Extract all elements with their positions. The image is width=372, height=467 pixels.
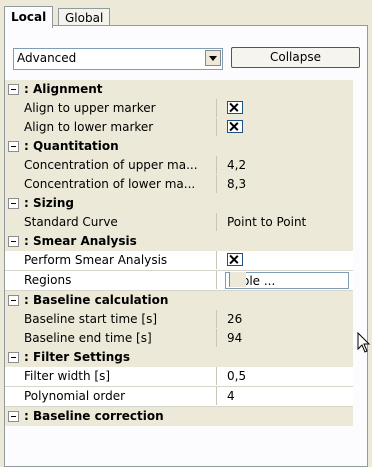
checkbox-checked-icon[interactable] [227, 101, 243, 114]
property-row[interactable]: Standard Curve Point to Point [5, 213, 353, 232]
property-label-text: Standard Curve [24, 215, 118, 229]
property-value[interactable]: 4 [224, 387, 353, 405]
property-label: Baseline start time [s] [21, 310, 217, 328]
ellipsis-button[interactable] [229, 272, 246, 287]
property-row[interactable]: Filter width [s] 0,5 [5, 367, 353, 387]
property-value-text: Point to Point [227, 215, 307, 229]
category-title: : Baseline correction [24, 409, 164, 423]
property-value-text: 94 [227, 331, 243, 345]
property-value[interactable] [224, 99, 353, 117]
property-label: Concentration of lower ma... [21, 175, 217, 193]
property-value[interactable] [224, 118, 353, 136]
property-label: Polynomial order [21, 387, 217, 405]
property-label: Baseline end time [s] [21, 329, 217, 347]
collapse-minus-icon[interactable] [8, 198, 19, 209]
category-row[interactable]: : Quantitation [5, 137, 353, 156]
collapse-button[interactable]: Collapse [231, 47, 360, 68]
property-value-text: 0,5 [227, 369, 247, 383]
property-label: Regions [21, 271, 217, 289]
category-row[interactable]: : Filter Settings [5, 348, 353, 367]
category-title: : Filter Settings [24, 350, 131, 364]
property-label-text: Filter width [s] [24, 369, 111, 383]
property-row[interactable]: Baseline end time [s] 94 [5, 329, 353, 348]
category-row[interactable]: : Smear Analysis [5, 232, 353, 251]
collapse-minus-icon[interactable] [8, 236, 19, 247]
checkbox-checked-icon[interactable] [227, 120, 243, 133]
property-row[interactable]: Align to upper marker [5, 99, 353, 118]
property-label: Filter width [s] [21, 367, 217, 385]
property-label-text: Regions [24, 273, 72, 287]
property-value-text: 26 [227, 312, 243, 326]
property-label: Align to lower marker [21, 118, 217, 136]
property-label: Perform Smear Analysis [21, 251, 217, 269]
property-label-text: Baseline end time [s] [24, 331, 152, 345]
property-value: 4,2 [224, 156, 353, 174]
checkbox-checked-icon[interactable] [227, 253, 243, 266]
regions-table-field[interactable]: Table ... [225, 272, 349, 289]
property-value-text: 8,3 [227, 177, 247, 191]
dropdown-arrow-icon[interactable] [205, 50, 221, 66]
property-value-text: 4,2 [227, 158, 247, 172]
property-label-text: Perform Smear Analysis [24, 253, 168, 267]
collapse-minus-icon[interactable] [8, 141, 19, 152]
property-value-text: 4 [227, 389, 235, 403]
property-label-text: Concentration of lower ma... [24, 177, 196, 191]
tab-panel: Advanced Collapse : Alignment Align to up… [4, 25, 368, 467]
property-row[interactable]: Perform Smear Analysis [5, 251, 353, 271]
property-row[interactable]: Regions Table ... [5, 271, 353, 291]
property-label: Concentration of upper ma... [21, 156, 217, 174]
category-title: : Baseline calculation [24, 293, 169, 307]
category-row[interactable]: : Sizing [5, 194, 353, 213]
tab-strip: Local Global [4, 4, 368, 28]
category-row[interactable]: : Baseline correction [5, 407, 353, 426]
collapse-minus-icon[interactable] [8, 411, 19, 422]
property-row[interactable]: Polynomial order 4 [5, 387, 353, 407]
category-row[interactable]: : Alignment [5, 80, 353, 99]
property-row[interactable]: Align to lower marker [5, 118, 353, 137]
collapse-minus-icon[interactable] [8, 352, 19, 363]
property-label: Standard Curve [21, 213, 217, 231]
property-value: Point to Point [224, 213, 353, 231]
category-row[interactable]: : Baseline calculation [5, 291, 353, 310]
property-value[interactable] [224, 251, 353, 269]
collapse-minus-icon[interactable] [8, 295, 19, 306]
property-row[interactable]: Concentration of upper ma... 4,2 [5, 156, 353, 175]
category-title: : Alignment [24, 82, 103, 96]
category-title: : Sizing [24, 196, 74, 210]
tab-local[interactable]: Local [4, 6, 54, 28]
view-mode-value: Advanced [17, 51, 77, 65]
property-label: Align to upper marker [21, 99, 217, 117]
property-value: 8,3 [224, 175, 353, 193]
property-row[interactable]: Baseline start time [s] 26 [5, 310, 353, 329]
property-label-text: Polynomial order [24, 389, 126, 403]
property-label-text: Baseline start time [s] [24, 312, 157, 326]
property-label-text: Align to upper marker [24, 101, 156, 115]
collapse-minus-icon[interactable] [8, 84, 19, 95]
mouse-pointer-icon [357, 332, 371, 353]
property-label-text: Align to lower marker [24, 120, 154, 134]
property-value[interactable]: 0,5 [224, 367, 353, 385]
view-mode-select[interactable]: Advanced [13, 48, 223, 70]
category-title: : Smear Analysis [24, 234, 137, 248]
property-value: 94 [224, 329, 353, 347]
property-value: 26 [224, 310, 353, 328]
property-grid: : Alignment Align to upper marker Align to… [5, 80, 353, 426]
property-row[interactable]: Concentration of lower ma... 8,3 [5, 175, 353, 194]
property-label-text: Concentration of upper ma... [24, 158, 198, 172]
category-title: : Quantitation [24, 139, 119, 153]
